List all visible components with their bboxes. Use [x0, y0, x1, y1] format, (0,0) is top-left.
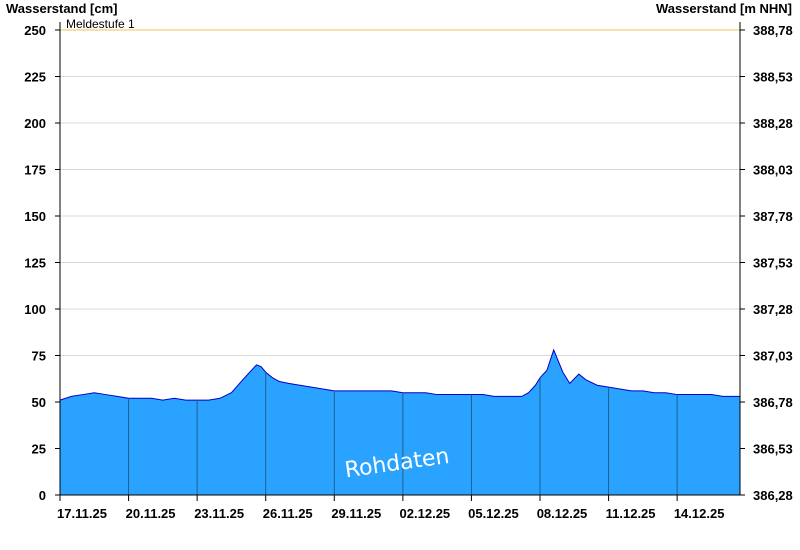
left-tick-label: 175: [24, 163, 46, 178]
x-tick-label: 11.12.25: [606, 506, 656, 521]
left-tick-label: 125: [24, 256, 46, 271]
x-tick-label: 05.12.25: [468, 506, 519, 521]
right-tick-label: 387,03: [753, 349, 793, 364]
right-tick-label: 386,78: [753, 395, 793, 410]
left-axis-title: Wasserstand [cm]: [6, 1, 118, 16]
right-tick-label: 388,53: [753, 70, 793, 85]
left-tick-label: 75: [32, 349, 46, 364]
right-axis-title: Wasserstand [m NHN]: [656, 1, 792, 16]
x-ticks: 17.11.25 20.11.25 23.11.25 26.11.25 29.11.25…: [57, 495, 724, 521]
right-tick-label: 386,28: [753, 488, 793, 503]
left-tick-label: 50: [32, 395, 46, 410]
x-tick-label: 17.11.25: [57, 506, 107, 521]
right-tick-label: 388,78: [753, 23, 793, 38]
x-tick-label: 20.11.25: [126, 506, 176, 521]
right-tick-label: 388,28: [753, 116, 793, 131]
right-tick-label: 387,28: [753, 302, 793, 317]
right-tick-label: 387,78: [753, 209, 793, 224]
x-tick-label: 08.12.25: [537, 506, 588, 521]
right-tick-label: 386,53: [753, 442, 793, 457]
right-tick-label: 387,53: [753, 256, 793, 271]
x-tick-label: 02.12.25: [400, 506, 451, 521]
left-tick-label: 0: [39, 488, 46, 503]
x-tick-label: 23.11.25: [194, 506, 244, 521]
left-tick-label: 200: [24, 116, 46, 131]
right-tick-label: 388,03: [753, 163, 793, 178]
threshold-layer: Meldestufe 1: [60, 17, 740, 31]
left-ticks: 0 25 50 75 100 125 150 175 200 225 250: [24, 23, 60, 503]
left-tick-label: 150: [24, 209, 46, 224]
x-tick-label: 14.12.25: [674, 506, 725, 521]
left-tick-label: 100: [24, 302, 46, 317]
water-level-chart: Meldestufe 1 0 25 50 75 100 125 150 175 200 225 25…: [6, 1, 793, 521]
left-tick-label: 225: [24, 70, 46, 85]
threshold-label: Meldestufe 1: [66, 17, 135, 31]
left-tick-label: 25: [32, 442, 46, 457]
left-tick-label: 250: [24, 23, 46, 38]
right-ticks: 386,28 386,53 386,78 387,03 387,28 387,53 387,…: [740, 23, 793, 503]
x-tick-label: 29.11.25: [331, 506, 381, 521]
x-tick-label: 26.11.25: [263, 506, 313, 521]
